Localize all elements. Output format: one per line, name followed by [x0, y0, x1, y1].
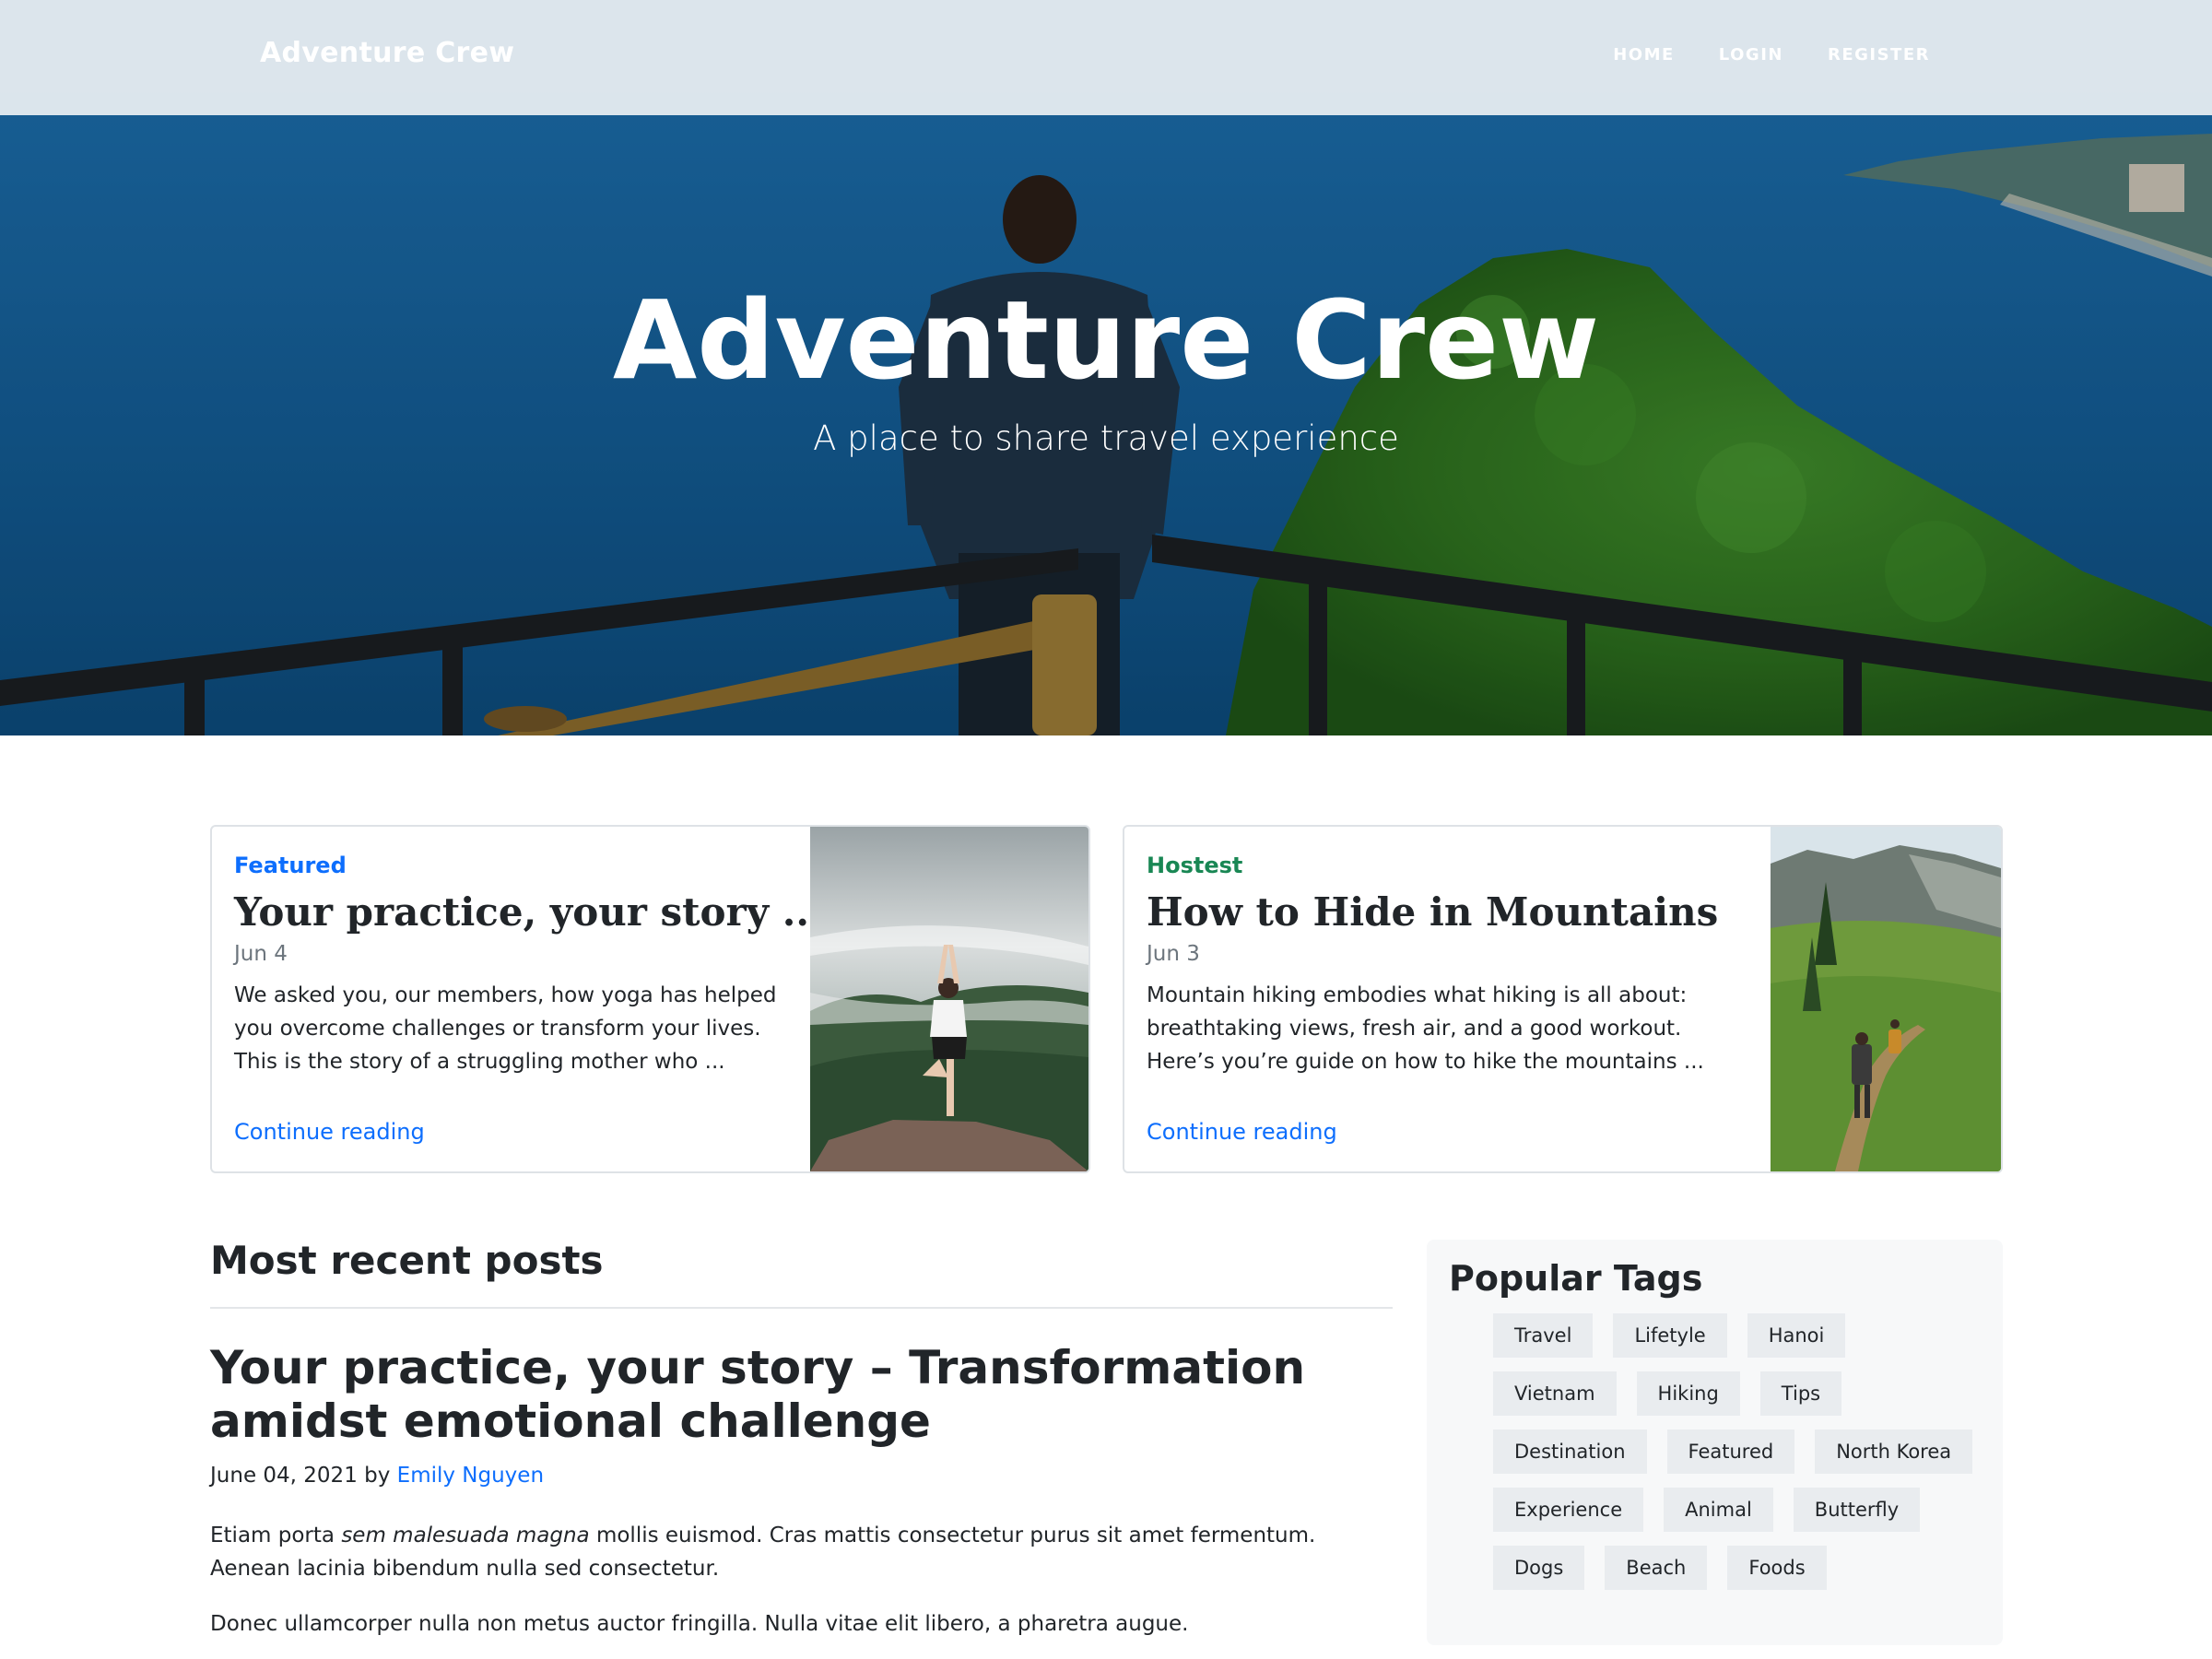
- tag-foods[interactable]: Foods: [1727, 1546, 1827, 1590]
- tag-destination[interactable]: Destination: [1493, 1430, 1647, 1474]
- card-excerpt: Mountain hiking embodies what hiking is …: [1147, 983, 1704, 1074]
- tag-featured[interactable]: Featured: [1666, 1430, 1795, 1474]
- nav-register-link[interactable]: REGISTER: [1828, 45, 1930, 65]
- nav-links: HOME LOGIN REGISTER: [1613, 45, 1930, 65]
- post-date: June 04, 2021 by: [210, 1464, 397, 1488]
- tag-animal[interactable]: Animal: [1664, 1488, 1773, 1532]
- tag-hiking[interactable]: Hiking: [1636, 1371, 1740, 1416]
- tag-butterfly[interactable]: Butterfly: [1793, 1488, 1921, 1532]
- yoga-thumbnail-image: [810, 827, 1088, 1171]
- mountain-hike-thumbnail-image: [1771, 827, 2001, 1171]
- tag-hanoi[interactable]: Hanoi: [1747, 1313, 1846, 1358]
- tag-vietnam[interactable]: Vietnam: [1493, 1371, 1617, 1416]
- card-title: How to Hide in Mountains: [1147, 889, 1719, 935]
- card-excerpt: We asked you, our members, how yoga has …: [234, 983, 777, 1074]
- tag-experience[interactable]: Experience: [1493, 1488, 1644, 1532]
- hero-title: Adventure Crew: [612, 276, 1600, 404]
- continue-reading-link[interactable]: Continue reading: [1147, 1119, 1337, 1145]
- card-date: Jun 3: [1147, 942, 1200, 966]
- post-paragraph: Donec ullamcorper nulla non metus auctor…: [210, 1612, 1189, 1636]
- continue-reading-link[interactable]: Continue reading: [234, 1119, 425, 1145]
- brand-logo-link[interactable]: Adventure Crew: [260, 37, 514, 69]
- hottest-post-card: Hostest How to Hide in Mountains Jun 3 M…: [1123, 825, 2003, 1173]
- section-divider: [210, 1307, 1393, 1309]
- tag-tips[interactable]: Tips: [1759, 1371, 1842, 1416]
- card-category-label: Featured: [234, 853, 347, 878]
- tag-travel[interactable]: Travel: [1493, 1313, 1594, 1358]
- post-paragraph: Etiam porta sem malesuada magna mollis e…: [210, 1519, 1393, 1585]
- nav-login-link[interactable]: LOGIN: [1719, 45, 1783, 65]
- post-author-link[interactable]: Emily Nguyen: [397, 1464, 544, 1488]
- page: Adventure Crew HOME LOGIN REGISTER Adven…: [0, 0, 2212, 1659]
- tag-north-korea[interactable]: North Korea: [1815, 1430, 1973, 1474]
- post-emphasis: sem malesuada magna: [341, 1524, 590, 1547]
- tag-beach[interactable]: Beach: [1605, 1546, 1708, 1590]
- top-navbar: Adventure Crew HOME LOGIN REGISTER: [0, 0, 2212, 115]
- card-title: Your practice, your story ...: [234, 889, 823, 935]
- hero-subtitle: A place to share travel experience: [813, 418, 1399, 458]
- post-title: Your practice, your story – Transformati…: [210, 1341, 1306, 1448]
- tag-list: Travel Lifetyle Hanoi Vietnam Hiking Tip…: [1493, 1313, 1982, 1590]
- featured-post-card: Featured Your practice, your story ... J…: [210, 825, 1090, 1173]
- card-category-label: Hostest: [1147, 853, 1243, 878]
- tag-lifetyle[interactable]: Lifetyle: [1613, 1313, 1727, 1358]
- post-meta: June 04, 2021 by Emily Nguyen: [210, 1464, 544, 1488]
- recent-posts-heading: Most recent posts: [210, 1238, 604, 1283]
- popular-tags-heading: Popular Tags: [1449, 1258, 1703, 1299]
- popular-tags-panel: Popular Tags Travel Lifetyle Hanoi Vietn…: [1427, 1240, 2003, 1645]
- hero-banner: Adventure Crew HOME LOGIN REGISTER Adven…: [0, 0, 2212, 735]
- post-text: Etiam porta: [210, 1524, 342, 1547]
- card-body: Featured Your practice, your story ... J…: [234, 853, 823, 1078]
- tag-dogs[interactable]: Dogs: [1493, 1546, 1585, 1590]
- nav-home-link[interactable]: HOME: [1613, 45, 1675, 65]
- card-date: Jun 4: [234, 942, 288, 966]
- card-body: Hostest How to Hide in Mountains Jun 3 M…: [1147, 853, 1755, 1078]
